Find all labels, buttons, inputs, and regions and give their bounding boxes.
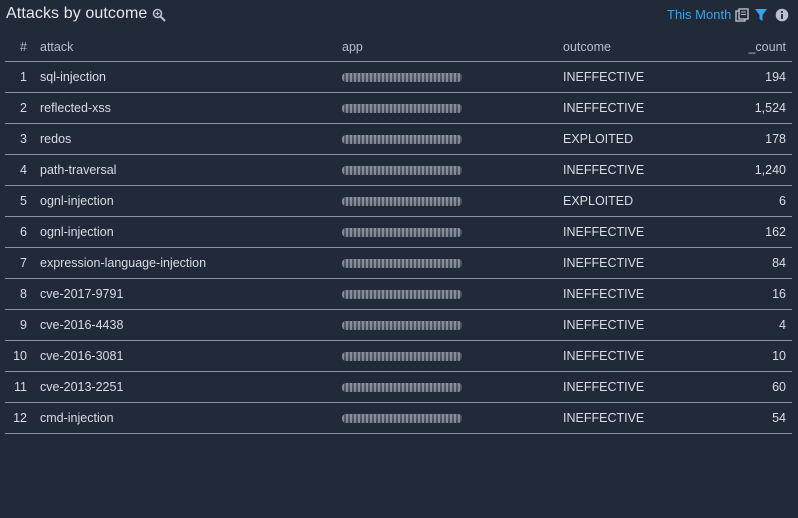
count-cell: 84 [703,247,792,279]
app-cell [342,371,563,403]
attack-cell: expression-language-injection [40,247,342,279]
info-icon[interactable] [775,8,789,22]
row-number: 8 [5,278,40,310]
app-cell [342,309,563,341]
table-row[interactable]: 7 expression-language-injection INEFFECTIV… [5,247,792,279]
table-row[interactable]: 4 path-traversal INEFFECTIVE 1,240 [5,154,792,186]
attack-cell: redos [40,123,342,155]
row-number: 2 [5,92,40,124]
outcome-cell: INEFFECTIVE [563,216,703,248]
table-row[interactable]: 9 cve-2016-4438 INEFFECTIVE 4 [5,309,792,341]
redacted-app-name [342,414,462,424]
count-cell: 6 [703,185,792,217]
panel-header: Attacks by outcome This Month [0,0,798,32]
table-row[interactable]: 2 reflected-xss INEFFECTIVE 1,524 [5,92,792,124]
redacted-app-name [342,73,462,83]
attack-cell: cve-2017-9791 [40,278,342,310]
row-number: 11 [5,371,40,403]
count-cell: 60 [703,371,792,403]
attack-cell: cve-2013-2251 [40,371,342,403]
outcome-cell: INEFFECTIVE [563,371,703,403]
table-row[interactable]: 10 cve-2016-3081 INEFFECTIVE 10 [5,340,792,372]
outcome-cell: EXPLOITED [563,185,703,217]
redacted-app-name [342,383,462,393]
column-header-attack[interactable]: attack [40,32,342,62]
redacted-app-name [342,135,462,145]
redacted-app-name [342,290,462,300]
row-number: 12 [5,402,40,434]
attack-cell: ognl-injection [40,216,342,248]
attack-cell: cve-2016-3081 [40,340,342,372]
column-header-num[interactable]: # [5,32,40,62]
attack-cell: reflected-xss [40,92,342,124]
app-cell [342,402,563,434]
column-header-count[interactable]: _count [703,32,792,62]
app-cell [342,216,563,248]
table-row[interactable]: 5 ognl-injection EXPLOITED 6 [5,185,792,217]
count-cell: 16 [703,278,792,310]
table-header-row: # attack app outcome _count [5,32,792,62]
row-number: 6 [5,216,40,248]
outcome-cell: EXPLOITED [563,123,703,155]
outcome-cell: INEFFECTIVE [563,309,703,341]
count-cell: 4 [703,309,792,341]
redacted-app-name [342,259,462,269]
redacted-app-name [342,197,462,207]
table-row[interactable]: 12 cmd-injection INEFFECTIVE 54 [5,402,792,434]
app-cell [342,92,563,124]
outcome-cell: INEFFECTIVE [563,154,703,186]
column-header-app[interactable]: app [342,32,563,62]
row-number: 3 [5,123,40,155]
row-number: 1 [5,61,40,93]
count-cell: 194 [703,61,792,93]
app-cell [342,278,563,310]
count-cell: 178 [703,123,792,155]
row-number: 5 [5,185,40,217]
attack-cell: cmd-injection [40,402,342,434]
column-header-outcome[interactable]: outcome [563,32,703,62]
outcome-cell: INEFFECTIVE [563,340,703,372]
redacted-app-name [342,166,462,176]
table-row[interactable]: 3 redos EXPLOITED 178 [5,123,792,155]
attack-cell: cve-2016-4438 [40,309,342,341]
row-number: 4 [5,154,40,186]
count-cell: 10 [703,340,792,372]
zoom-icon[interactable] [152,8,166,22]
redacted-app-name [342,352,462,362]
app-cell [342,61,563,93]
count-cell: 162 [703,216,792,248]
panel-title: Attacks by outcome [6,5,148,22]
outcome-cell: INEFFECTIVE [563,61,703,93]
row-number: 9 [5,309,40,341]
outcome-cell: INEFFECTIVE [563,92,703,124]
outcome-cell: INEFFECTIVE [563,278,703,310]
count-cell: 1,524 [703,92,792,124]
app-cell [342,247,563,279]
app-cell [342,123,563,155]
row-number: 7 [5,247,40,279]
attacks-panel: Attacks by outcome This Month # attack a… [0,0,798,518]
time-range-link[interactable]: This Month [667,7,731,22]
outcome-cell: INEFFECTIVE [563,247,703,279]
app-cell [342,154,563,186]
table-row[interactable]: 8 cve-2017-9791 INEFFECTIVE 16 [5,278,792,310]
table-row[interactable]: 1 sql-injection INEFFECTIVE 194 [5,61,792,93]
count-cell: 1,240 [703,154,792,186]
attack-cell: ognl-injection [40,185,342,217]
copy-icon[interactable] [735,8,749,22]
count-cell: 54 [703,402,792,434]
redacted-app-name [342,104,462,114]
table-row[interactable]: 6 ognl-injection INEFFECTIVE 162 [5,216,792,248]
attack-cell: sql-injection [40,61,342,93]
redacted-app-name [342,228,462,238]
app-cell [342,340,563,372]
results-table: # attack app outcome _count 1 sql-injecti… [5,32,792,434]
app-cell [342,185,563,217]
filter-icon[interactable] [754,8,768,22]
redacted-app-name [342,321,462,331]
outcome-cell: INEFFECTIVE [563,402,703,434]
table-row[interactable]: 11 cve-2013-2251 INEFFECTIVE 60 [5,371,792,403]
attack-cell: path-traversal [40,154,342,186]
row-number: 10 [5,340,40,372]
